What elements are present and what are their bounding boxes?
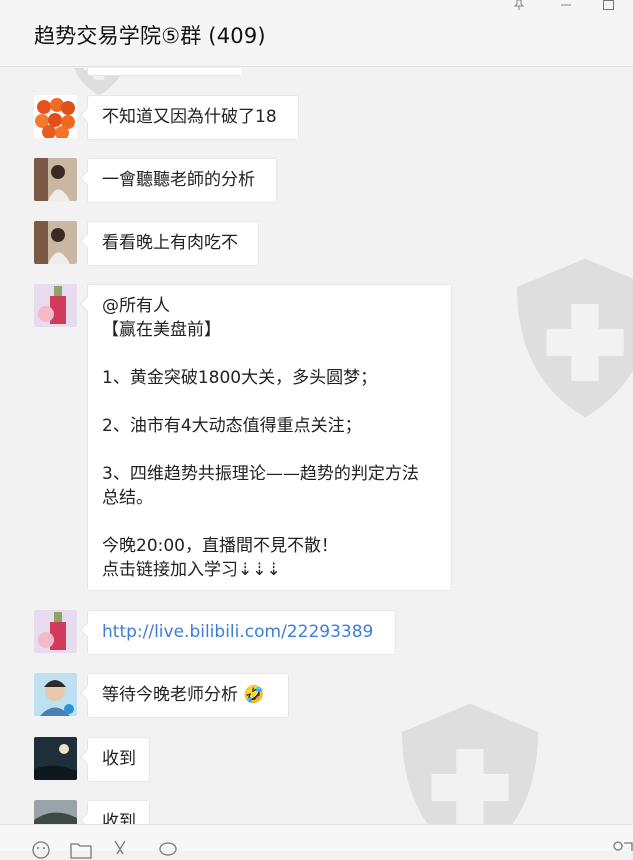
announcement-line: 1、黄金突破1800大关，多头圆梦； <box>102 368 378 388</box>
announcement-line <box>102 510 437 534</box>
avatar[interactable] <box>34 737 77 780</box>
avatar[interactable] <box>34 95 77 138</box>
message-bubble[interactable]: 等待今晚老师分析 🤣 <box>87 673 289 718</box>
message-bubble[interactable]: 收到 <box>87 737 150 782</box>
announcement-line: 今晚20:00，直播間不見不散！ <box>102 536 338 556</box>
message-bubble[interactable]: 一會聽聽老師的分析 <box>87 158 277 203</box>
avatar[interactable] <box>34 673 77 716</box>
message-bubble[interactable]: 不知道又因為什破了18 <box>87 95 299 140</box>
avatar[interactable] <box>34 800 77 824</box>
announcement-bubble[interactable]: @所有人 【赢在美盘前】 1、黄金突破1800大关，多头圆梦； 2、油市有4大动… <box>87 284 452 591</box>
announcement-line: 点击链接加入学习⇣⇣⇣ <box>102 560 281 580</box>
message-bubble[interactable]: 看看晚上有肉吃不 <box>87 221 259 266</box>
chat-title: 趋势交易学院⑤群 (409) <box>34 24 266 48</box>
avatar[interactable] <box>34 284 77 327</box>
announcement-line <box>102 342 437 366</box>
emoji-icon[interactable] <box>31 840 51 860</box>
folder-icon[interactable] <box>70 840 92 860</box>
announcement-line <box>102 438 437 462</box>
maximize-icon[interactable] <box>603 0 614 10</box>
title-bar: 趋势交易学院⑤群 (409) <box>0 0 633 67</box>
scissors-icon[interactable] <box>112 840 128 860</box>
avatar[interactable] <box>34 610 77 653</box>
chat-bubble-icon[interactable] <box>158 840 178 860</box>
watermark-shield-icon <box>402 703 538 824</box>
input-toolbar <box>0 824 633 859</box>
announcement-line <box>102 390 437 414</box>
announcement-line: 总结。 <box>102 488 153 508</box>
announcement-line: 2、油市有4大动态值得重点关注； <box>102 416 362 436</box>
announcement-line: 3、四维趋势共振理论——趋势的判定方法 <box>102 464 419 484</box>
minimize-icon[interactable] <box>561 0 571 13</box>
watermark-shield-icon <box>517 258 633 418</box>
message-bubble[interactable]: http://live.bilibili.com/22293389 <box>87 610 396 655</box>
pin-icon[interactable] <box>513 0 525 13</box>
message-bubble[interactable]: 收到 <box>87 800 150 824</box>
avatar[interactable] <box>34 158 77 201</box>
phone-icon[interactable] <box>612 840 633 860</box>
avatar[interactable] <box>34 221 77 264</box>
announcement-line: @所有人 <box>102 296 170 316</box>
message-list[interactable]: 不知道又因為什破了18 一會聽聽老師的分析 看看晚上有肉吃不 @所有人 【赢在美… <box>0 68 633 824</box>
announcement-line: 【赢在美盘前】 <box>102 320 221 340</box>
live-link[interactable]: http://live.bilibili.com/22293389 <box>102 622 373 642</box>
partial-message-bubble <box>87 68 243 76</box>
